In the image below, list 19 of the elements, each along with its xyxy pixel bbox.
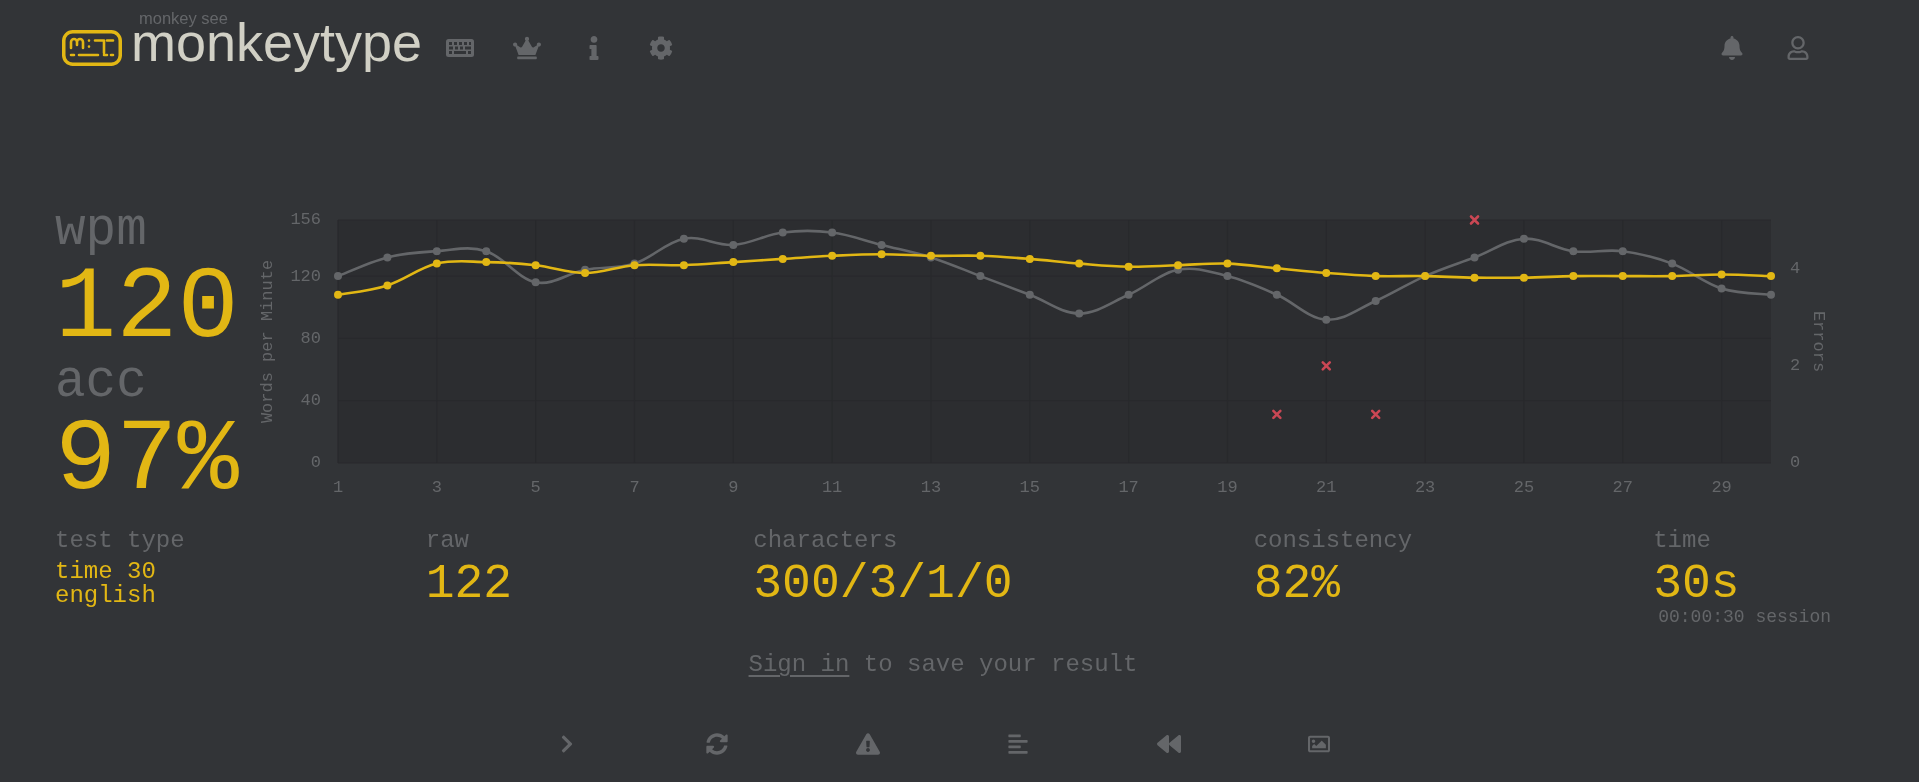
bell-icon[interactable] [1720,36,1744,60]
stat-value: 120 [55,261,240,357]
stat-value: 300/3/1/0 [753,560,1013,608]
align-left-icon[interactable] [1007,733,1030,755]
stat-value: 82% [1253,560,1341,608]
circular-arrows-icon[interactable] [706,733,729,755]
image-icon[interactable] [1308,733,1331,755]
stat-value: 30s [1653,560,1740,608]
warning-icon[interactable] [855,732,880,756]
stat-value: 97% [55,413,240,509]
settings-icon[interactable] [648,36,673,60]
crown-icon[interactable] [512,34,541,62]
logo-icon[interactable] [62,30,122,66]
rewind-icon[interactable] [1156,732,1181,756]
user-icon[interactable] [1786,36,1810,60]
keyboard-icon[interactable] [445,39,474,57]
stat-value: time 30 [55,560,156,584]
stat-value: english [55,584,156,608]
stat-value: 122 [425,560,513,608]
